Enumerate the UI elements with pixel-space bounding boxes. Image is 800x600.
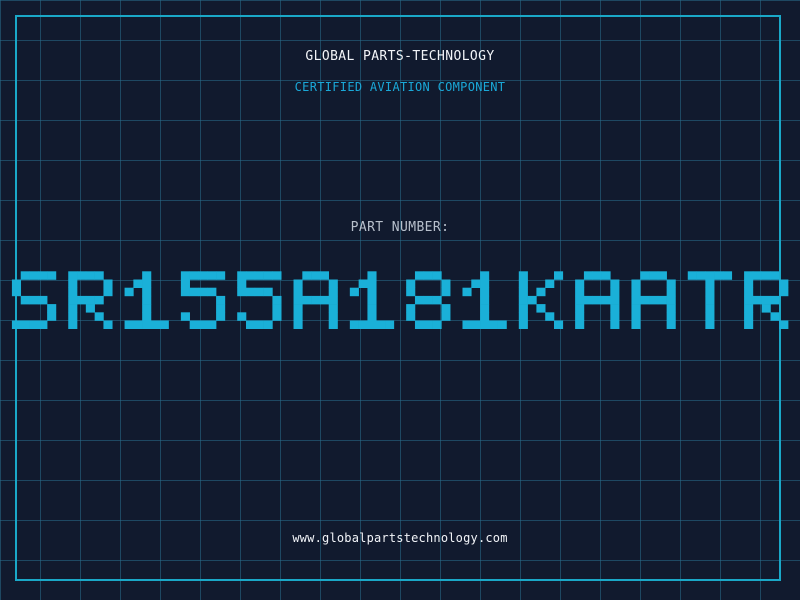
- part-number-char: [687, 271, 733, 329]
- part-number-char: [68, 271, 113, 329]
- part-number-char: [180, 271, 226, 329]
- part-number-char: [406, 271, 451, 329]
- part-number-char: [518, 271, 564, 329]
- website-url: www.globalpartstechnology.com: [292, 531, 508, 545]
- part-number-char: [293, 271, 338, 329]
- label-card: GLOBAL PARTS-TECHNOLOGY CERTIFIED AVIATI…: [0, 0, 800, 600]
- part-number-char: [11, 271, 57, 329]
- part-number-char: [744, 271, 789, 329]
- certification-subtitle: CERTIFIED AVIATION COMPONENT: [294, 80, 506, 94]
- part-number-char: [462, 271, 507, 329]
- part-number-char: [575, 271, 620, 329]
- part-number-label: PART NUMBER:: [350, 220, 450, 235]
- part-number-char: [124, 271, 169, 329]
- company-name: GLOBAL PARTS-TECHNOLOGY: [305, 49, 495, 64]
- part-number-char: [631, 271, 676, 329]
- part-number-char: [237, 271, 282, 329]
- part-number-char: [349, 271, 395, 329]
- part-number-value: [0, 258, 800, 342]
- part-number-pixel-text: [11, 271, 789, 329]
